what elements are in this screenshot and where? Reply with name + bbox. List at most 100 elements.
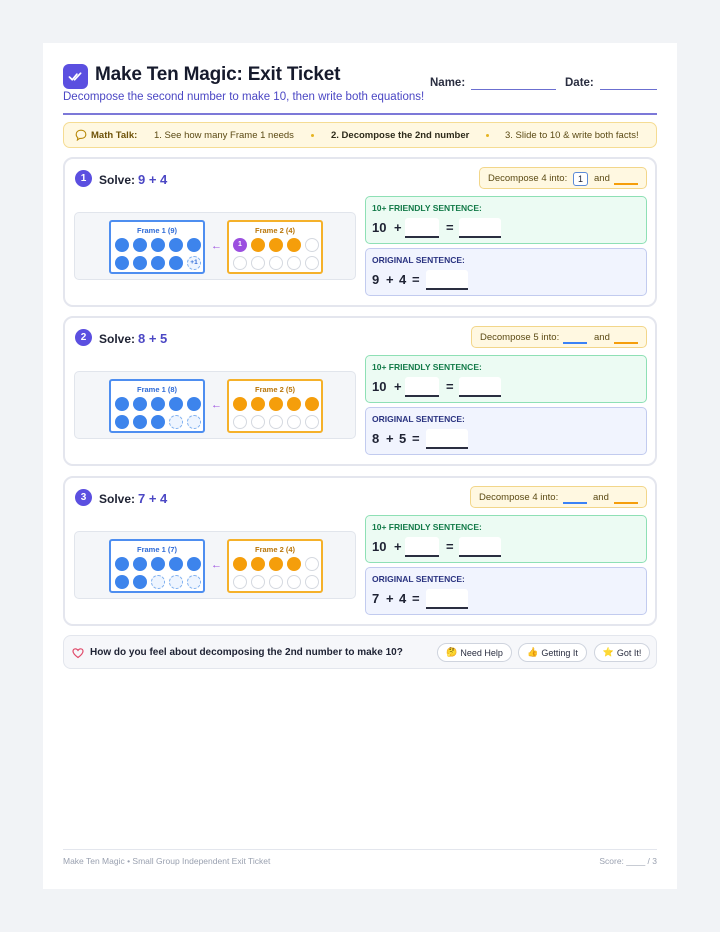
friendly-sentence: 10 + = (372, 539, 454, 554)
friendly-sentence: 10 + = (372, 379, 454, 394)
decompose-first-input[interactable] (563, 491, 587, 504)
getting-it-button[interactable]: 👍 Getting It (518, 643, 587, 662)
counter-filled (269, 238, 283, 252)
header-divider (63, 113, 657, 115)
original-sum-input[interactable] (426, 589, 468, 609)
arrow-left-icon: ← (211, 240, 222, 252)
original-sentence: 7 +4 = (372, 591, 420, 606)
counter-filled (287, 238, 301, 252)
thumbs-up-icon: 👍 (527, 647, 539, 657)
ten-frame-1: Frame 1 (9) +1 (109, 220, 205, 274)
original-sentence: 9 +4 = (372, 272, 420, 287)
counter-filled (169, 557, 183, 571)
counter-filled (133, 575, 147, 589)
friendly-addend-input[interactable] (405, 537, 439, 557)
counter-filled (133, 557, 147, 571)
counter-filled (169, 238, 183, 252)
decompose-first-input[interactable]: 1 (573, 172, 588, 186)
problem-number: 2 (75, 329, 92, 346)
decompose-box: Decompose 5 into: and (471, 326, 647, 348)
math-talk-step-3: 3. Slide to 10 & write both facts! (505, 130, 639, 141)
original-sentence-box: ORIGINAL SENTENCE: 9 +4 = (365, 248, 647, 296)
friendly-sentence-box: 10+ FRIENDLY SENTENCE: 10 + = (365, 196, 647, 244)
name-field[interactable] (471, 89, 556, 90)
feelings-question: How do you feel about decomposing the 2n… (90, 647, 403, 658)
counter-filled (187, 238, 201, 252)
counter-filled (151, 397, 165, 411)
counter-empty (251, 256, 265, 270)
ten-frame-2: Frame 2 (5) (227, 379, 323, 433)
counter-filled (115, 397, 129, 411)
problem-equation: 8 + 5 (138, 331, 168, 346)
counter-filled (251, 557, 265, 571)
footer-divider (63, 849, 657, 850)
original-sentence-label: ORIGINAL SENTENCE: (372, 255, 465, 265)
counter-filled (133, 256, 147, 270)
counter-filled (251, 238, 265, 252)
and-label: and (594, 332, 610, 343)
original-sentence-box: ORIGINAL SENTENCE: 7 +4 = (365, 567, 647, 615)
friendly-sum-input[interactable] (459, 537, 501, 557)
original-sentence-label: ORIGINAL SENTENCE: (372, 574, 465, 584)
date-field[interactable] (600, 89, 657, 90)
counter-moved: 1 (233, 238, 247, 252)
frame-2-label: Frame 2 (4) (254, 545, 296, 554)
problem-equation: 9 + 4 (138, 172, 168, 187)
problem-card: 2 Solve: 8 + 5 Decompose 5 into: and Frame 1 … (63, 316, 657, 466)
counter-empty (305, 575, 319, 589)
ten-frame-1: Frame 1 (8) (109, 379, 205, 433)
footer-caption: Make Ten Magic • Small Group Independent… (63, 856, 271, 866)
solve-prompt: Solve: 8 + 5 (99, 331, 168, 346)
ten-frames-panel: Frame 1 (9) +1 ← Frame 2 (4) 1 (74, 212, 356, 280)
worksheet: Make Ten Magic: Exit Ticket Decompose th… (43, 43, 677, 889)
frame-2-label: Frame 2 (5) (254, 385, 296, 394)
got-it-button[interactable]: ⭐ Got It! (594, 643, 650, 662)
counter-filled (133, 238, 147, 252)
counter-empty (287, 575, 301, 589)
decompose-second-input[interactable] (614, 331, 638, 344)
and-label: and (593, 492, 609, 503)
counter-filled (269, 397, 283, 411)
counter-filled (115, 557, 129, 571)
name-label: Name: (430, 77, 466, 89)
counter-empty (305, 557, 319, 571)
decompose-label: Decompose 4 into: (479, 492, 559, 503)
friendly-sum-input[interactable] (459, 218, 501, 238)
counter-empty (269, 575, 283, 589)
check-badge-icon (63, 64, 88, 89)
decompose-box: Decompose 4 into: and (470, 486, 647, 508)
original-sentence-box: ORIGINAL SENTENCE: 8 +5 = (365, 407, 647, 455)
friendly-sum-input[interactable] (459, 377, 501, 397)
counter-slot-open (187, 415, 201, 429)
original-sum-input[interactable] (426, 270, 468, 290)
problem-number: 3 (75, 489, 92, 506)
counter-filled (187, 397, 201, 411)
need-help-button[interactable]: 🤔 Need Help (437, 643, 512, 662)
score-field: Score: ____ / 3 (599, 856, 657, 866)
friendly-sentence-box: 10+ FRIENDLY SENTENCE: 10 + = (365, 355, 647, 403)
arrow-left-icon: ← (211, 559, 222, 571)
decompose-second-input[interactable] (614, 172, 638, 185)
counter-empty (287, 256, 301, 270)
counter-filled (115, 575, 129, 589)
decompose-second-input[interactable] (614, 491, 638, 504)
counter-empty (233, 415, 247, 429)
counter-empty (287, 415, 301, 429)
friendly-sentence-box: 10+ FRIENDLY SENTENCE: 10 + = (365, 515, 647, 563)
counter-empty (251, 575, 265, 589)
friendly-addend-input[interactable] (405, 377, 439, 397)
star-icon: ⭐ (602, 647, 614, 657)
original-sum-input[interactable] (426, 429, 468, 449)
original-sentence-label: ORIGINAL SENTENCE: (372, 414, 465, 424)
counter-filled (151, 238, 165, 252)
solve-prompt: Solve: 7 + 4 (99, 491, 168, 506)
page-title: Make Ten Magic: Exit Ticket (95, 64, 341, 85)
friendly-addend-input[interactable] (405, 218, 439, 238)
math-talk-step-1: 1. See how many Frame 1 needs (154, 130, 294, 141)
counter-empty (305, 256, 319, 270)
counter-filled (133, 397, 147, 411)
friendly-sentence-label: 10+ FRIENDLY SENTENCE: (372, 362, 482, 372)
arrow-left-icon: ← (211, 399, 222, 411)
decompose-first-input[interactable] (563, 331, 587, 344)
problem-card: 1 Solve: 9 + 4 Decompose 4 into: 1 and Frame 1… (63, 157, 657, 307)
